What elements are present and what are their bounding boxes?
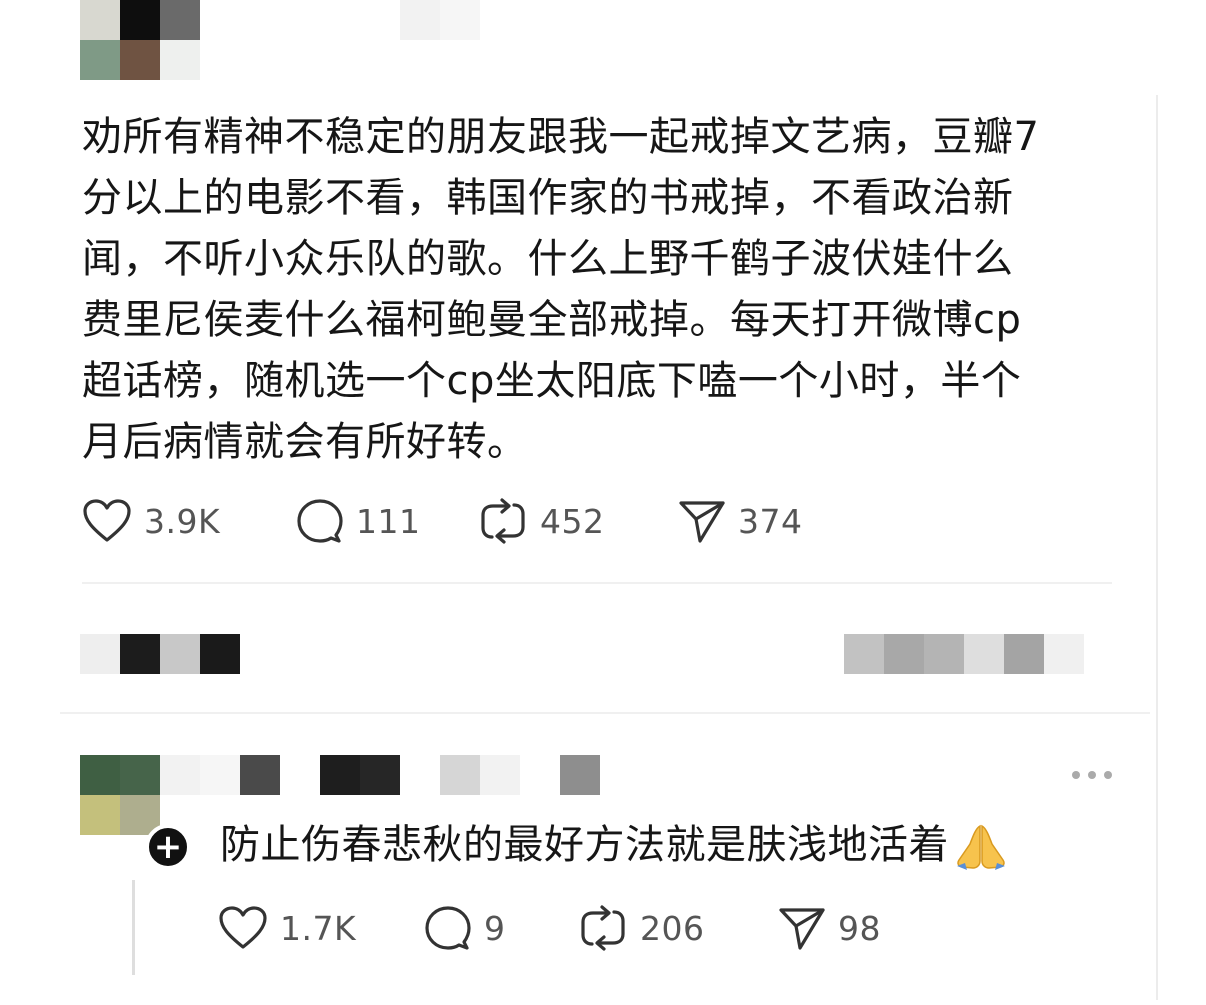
page-edge [1156, 95, 1158, 1000]
folded-hands-icon [957, 824, 1005, 870]
reply-like-button[interactable]: 1.7K [218, 903, 356, 953]
like-count: 3.9K [144, 501, 221, 541]
divider [60, 712, 1150, 714]
follow-button[interactable]: + [145, 824, 191, 870]
comment-count: 111 [356, 501, 421, 541]
more-dots-icon[interactable] [1072, 765, 1112, 785]
paper-plane-icon [779, 908, 825, 950]
repost-button[interactable]: 452 [478, 496, 605, 546]
divider [82, 582, 1112, 584]
censored-reply-username [160, 755, 600, 795]
post-body-text: 劝所有精神不稳定的朋友跟我一起戒掉文艺病，豆瓣7 分以上的电影不看，韩国作家的书… [82, 114, 1040, 465]
censored-avatar[interactable] [80, 0, 200, 80]
reply-share-count: 98 [838, 908, 881, 948]
comment-button[interactable]: 111 [296, 496, 421, 546]
reply-body: 防止伤春悲秋的最好方法就是肤浅地活着 [220, 815, 1009, 875]
share-count: 374 [738, 501, 803, 541]
heart-icon [83, 499, 131, 542]
like-button[interactable]: 3.9K [82, 496, 220, 546]
speech-bubble-icon [425, 906, 471, 950]
reply-comment-button[interactable]: 9 [424, 903, 506, 953]
reply-text: 防止伤春悲秋的最好方法就是肤浅地活着 [220, 822, 949, 868]
reply-like-count: 1.7K [280, 908, 357, 948]
censored-header [400, 0, 480, 40]
heart-icon [219, 906, 267, 949]
reply-repost-count: 206 [640, 908, 705, 948]
paper-plane-icon [679, 501, 725, 543]
plus-icon: + [153, 827, 183, 867]
censored-meta [844, 634, 1084, 674]
thread-line [132, 880, 135, 975]
repost-count: 452 [540, 501, 605, 541]
reply-share-button[interactable]: 98 [778, 903, 881, 953]
reply-comment-count: 9 [484, 908, 506, 948]
reply-repost-button[interactable]: 206 [578, 903, 705, 953]
censored-username [80, 634, 240, 674]
repost-arrows-icon [581, 905, 625, 951]
repost-arrows-icon [481, 498, 525, 544]
share-button[interactable]: 374 [678, 496, 803, 546]
speech-bubble-icon [297, 499, 343, 543]
reply-avatar[interactable] [80, 755, 160, 835]
